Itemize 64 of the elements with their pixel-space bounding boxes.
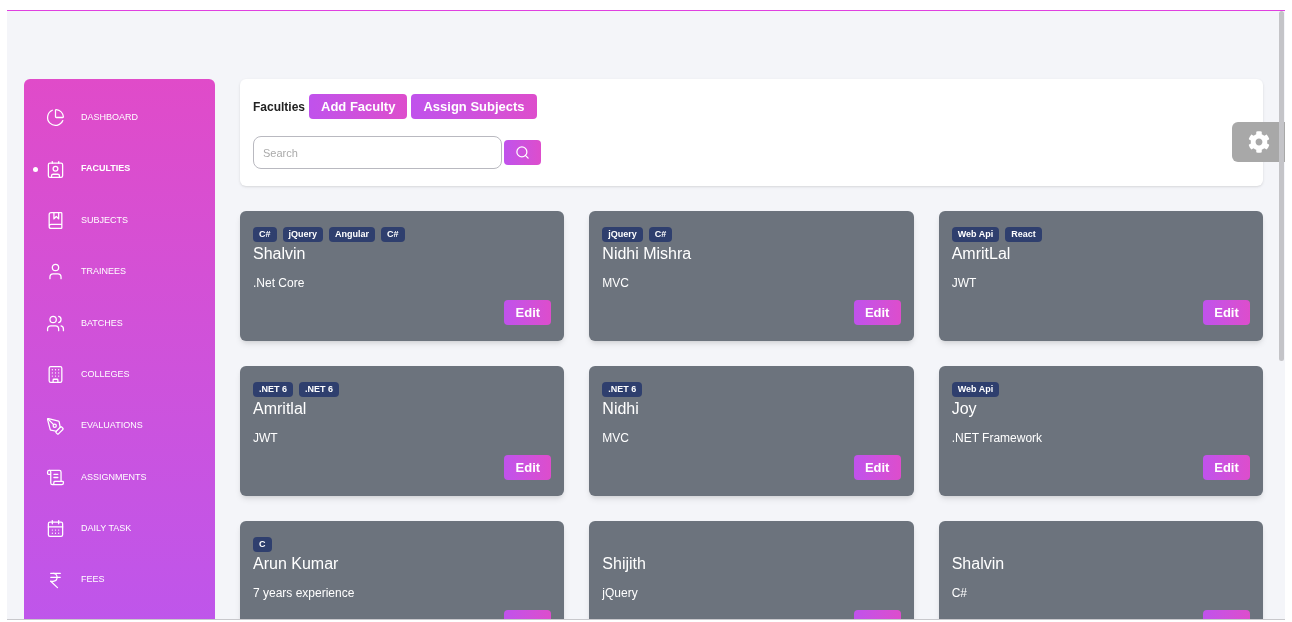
sidebar-item[interactable]: FACULTIES <box>24 143 215 195</box>
faculty-name: Arun Kumar <box>253 554 340 574</box>
sidebar-item[interactable]: EVALUATIONS <box>24 400 215 452</box>
faculty-subject: JWT <box>951 275 978 292</box>
edit-button[interactable]: Edit <box>504 455 552 480</box>
sidebar-item[interactable]: SUBJECTS <box>24 194 215 247</box>
edit-button[interactable]: Edit <box>1203 300 1250 325</box>
skill-tag: Web Api <box>951 227 1000 242</box>
faculty-name: Joy <box>951 399 978 419</box>
skill-tag: C# <box>648 227 673 242</box>
skill-tag: React <box>1005 227 1042 242</box>
faculty-name: Nidhi Mishra <box>602 244 693 264</box>
page-title: Faculties <box>253 98 306 116</box>
edit-button[interactable]: Edit <box>853 300 901 325</box>
faculty-name: Amritlal <box>253 399 308 419</box>
sidebar-item[interactable]: DASHBOARD <box>24 92 215 144</box>
search-button[interactable] <box>504 140 541 165</box>
settings-button[interactable] <box>1232 122 1285 162</box>
sidebar-item[interactable]: TRAINEES <box>24 246 215 298</box>
building-icon <box>46 365 65 385</box>
skill-tag: Angular <box>329 227 376 242</box>
faculty-subject: .Net Core <box>253 275 306 292</box>
sidebar-item[interactable]: DAILY TASK <box>24 503 215 555</box>
skill-tag: .NET 6 <box>253 382 293 397</box>
scroll-icon <box>46 467 65 487</box>
settings-icon <box>1247 131 1270 153</box>
skill-tag: .NET 6 <box>299 382 340 397</box>
faculty-name: Shalvin <box>951 554 1006 574</box>
edit-button[interactable]: Edit <box>853 455 901 480</box>
sidebar-item[interactable]: ASSIGNMENTS <box>24 451 215 504</box>
id-card-icon <box>46 159 65 179</box>
faculty-subject: MVC <box>602 275 630 292</box>
edit-button[interactable]: Edit <box>1203 455 1250 480</box>
faculty-name: Nidhi <box>602 399 640 419</box>
faculty-name: Shijith <box>602 554 647 574</box>
edit-button[interactable]: Edit <box>504 300 552 325</box>
calendar-icon <box>46 519 65 539</box>
faculty-subject: jQuery <box>602 585 639 602</box>
faculty-subject: 7 years experience <box>253 585 356 602</box>
sidebar-item[interactable]: FEES <box>24 554 215 606</box>
faculty-name: AmritLal <box>951 244 1012 264</box>
sidebar-item[interactable]: BATCHES <box>24 297 215 349</box>
skill-tag: .NET 6 <box>602 382 643 397</box>
users-icon <box>46 313 65 333</box>
faculty-subject: .NET Framework <box>951 430 1044 447</box>
faculty-name: Shalvin <box>253 244 307 264</box>
sidebar-item[interactable]: COLLEGES <box>24 348 215 401</box>
header-button[interactable]: Add Faculty <box>309 94 408 119</box>
skill-tag: C <box>253 537 272 552</box>
pen-icon <box>46 416 65 436</box>
skill-tag: jQuery <box>282 227 324 242</box>
pie-chart-icon <box>46 108 65 128</box>
skill-tag: C# <box>381 227 405 242</box>
faculty-subject: C# <box>951 585 968 602</box>
header-button[interactable]: Assign Subjects <box>411 94 537 119</box>
search-field[interactable]: Search <box>253 136 502 169</box>
faculty-subject: JWT <box>253 430 279 447</box>
search-icon <box>515 145 530 160</box>
book-icon <box>46 210 65 230</box>
user-icon <box>46 262 65 282</box>
skill-tag: C# <box>253 227 277 242</box>
faculty-subject: MVC <box>602 430 630 447</box>
skill-tag: Web Api <box>951 382 1000 397</box>
skill-tag: jQuery <box>602 227 643 242</box>
